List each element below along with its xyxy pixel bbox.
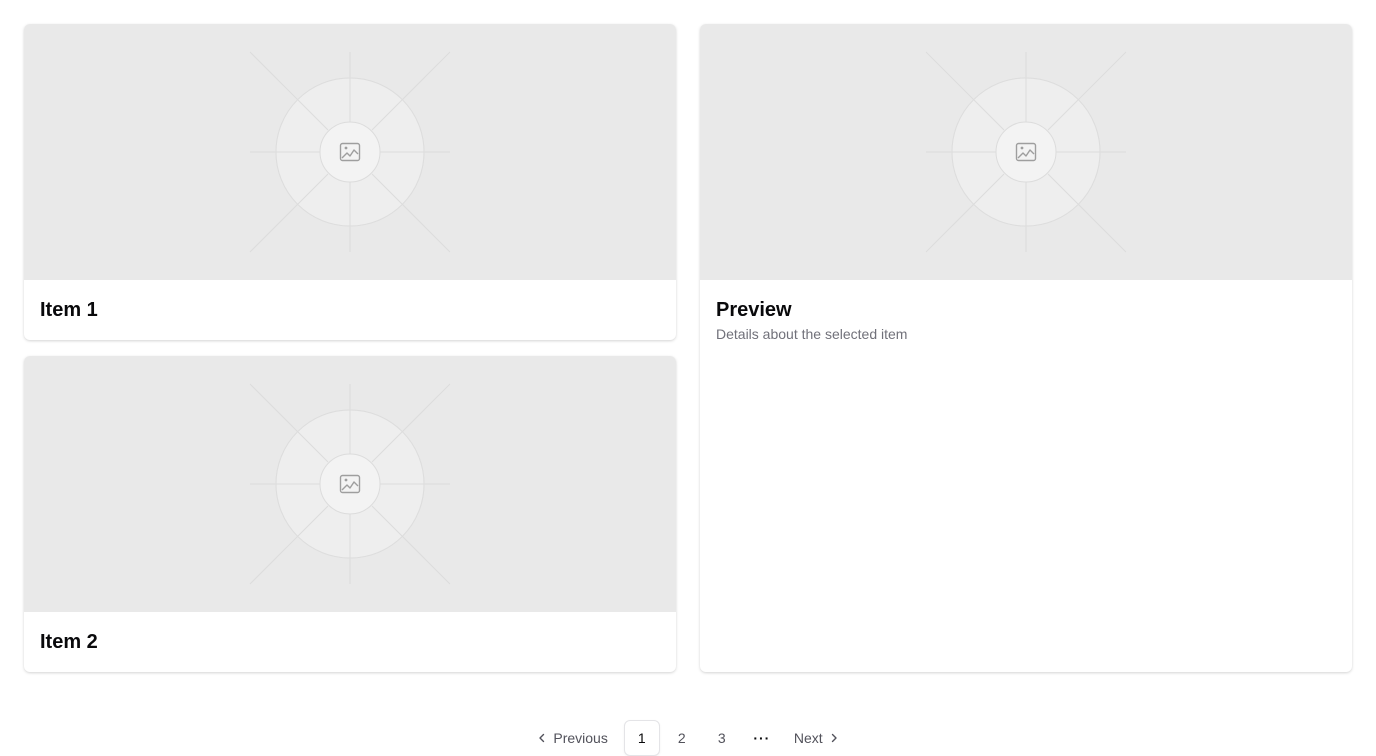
item-1-title: Item 1 [40, 299, 98, 321]
preview-title: Preview [716, 299, 792, 321]
image-placeholder-icon [249, 51, 451, 253]
chevron-left-icon [539, 733, 545, 743]
previous-page-button[interactable]: Previous [527, 720, 617, 756]
image-placeholder-icon [925, 51, 1127, 253]
next-label: Next [793, 730, 823, 746]
item-2-title: Item 2 [40, 631, 98, 653]
page-1-button[interactable]: 1 [623, 720, 660, 756]
item-card-1[interactable]: Item 1 [24, 24, 676, 340]
item-2-image [24, 356, 676, 612]
page-2-button[interactable]: 2 [664, 720, 700, 756]
image-placeholder-icon [249, 383, 451, 585]
previous-label: Previous [553, 730, 608, 746]
pagination: Previous 1 2 3 ··· Next [0, 720, 1376, 756]
next-page-button[interactable]: Next [784, 720, 849, 756]
item-1-image [24, 24, 676, 280]
page-3-button[interactable]: 3 [704, 720, 740, 756]
preview-card: Preview Details about the selected item [700, 24, 1352, 672]
item-card-2[interactable]: Item 2 [24, 356, 676, 672]
ellipsis-icon: ··· [753, 730, 771, 746]
preview-description: Details about the selected item [716, 326, 908, 342]
preview-image [700, 24, 1352, 280]
chevron-right-icon [831, 733, 837, 743]
